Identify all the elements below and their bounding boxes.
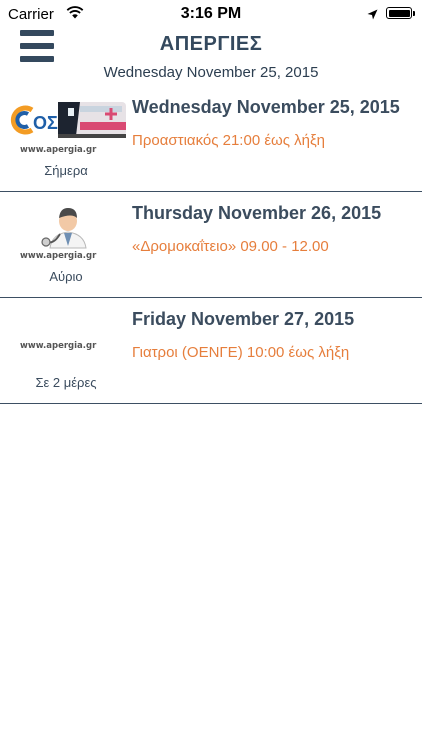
current-date: Wednesday November 25, 2015	[103, 64, 319, 81]
list-item[interactable]: www.apergia.gr Σε 2 μέρες Friday Novembe…	[0, 298, 422, 404]
battery-icon	[386, 7, 412, 19]
svg-text:www.apergia.gr: www.apergia.gr	[20, 251, 97, 261]
strike-description: Γιατροι (ΟΕΝΓΕ) 10:00 έως λήξη	[132, 344, 350, 361]
strike-list: OΣE www.apergia.gr Σήμερα Wednesday Nove…	[0, 86, 422, 404]
watermark-logo: www.apergia.gr	[8, 308, 126, 368]
list-item[interactable]: OΣE www.apergia.gr Σήμερα Wednesday Nove…	[0, 86, 422, 192]
page-title: ΑΠΕΡΓΙΕΣ	[159, 33, 263, 55]
strike-description: Προαστιακός 21:00 έως λήξη	[132, 132, 326, 149]
clock: 3:16 PM	[180, 5, 242, 22]
menu-icon-bar	[20, 56, 54, 62]
relative-day-label: Σήμερα	[44, 163, 88, 178]
battery-cap	[413, 11, 415, 16]
doctor-icon: www.apergia.gr	[8, 202, 126, 262]
strike-date: Wednesday November 25, 2015	[132, 97, 400, 117]
location-arrow-icon	[367, 7, 378, 25]
strike-description: «Δρομοκαΐτειο» 09.00 - 12.00	[132, 238, 329, 255]
list-item[interactable]: www.apergia.gr Αύριο Thursday November 2…	[0, 192, 422, 298]
svg-text:www.apergia.gr: www.apergia.gr	[20, 145, 97, 155]
status-bar: Carrier 3:16 PM	[0, 0, 422, 28]
svg-text:www.apergia.gr: www.apergia.gr	[20, 341, 97, 351]
strike-date: Thursday November 26, 2015	[132, 203, 382, 223]
strike-date: Friday November 27, 2015	[132, 309, 355, 329]
train-icon: OΣE www.apergia.gr	[8, 96, 126, 156]
relative-day-label: Αύριο	[49, 269, 83, 284]
relative-day-label: Σε 2 μέρες	[35, 375, 97, 390]
